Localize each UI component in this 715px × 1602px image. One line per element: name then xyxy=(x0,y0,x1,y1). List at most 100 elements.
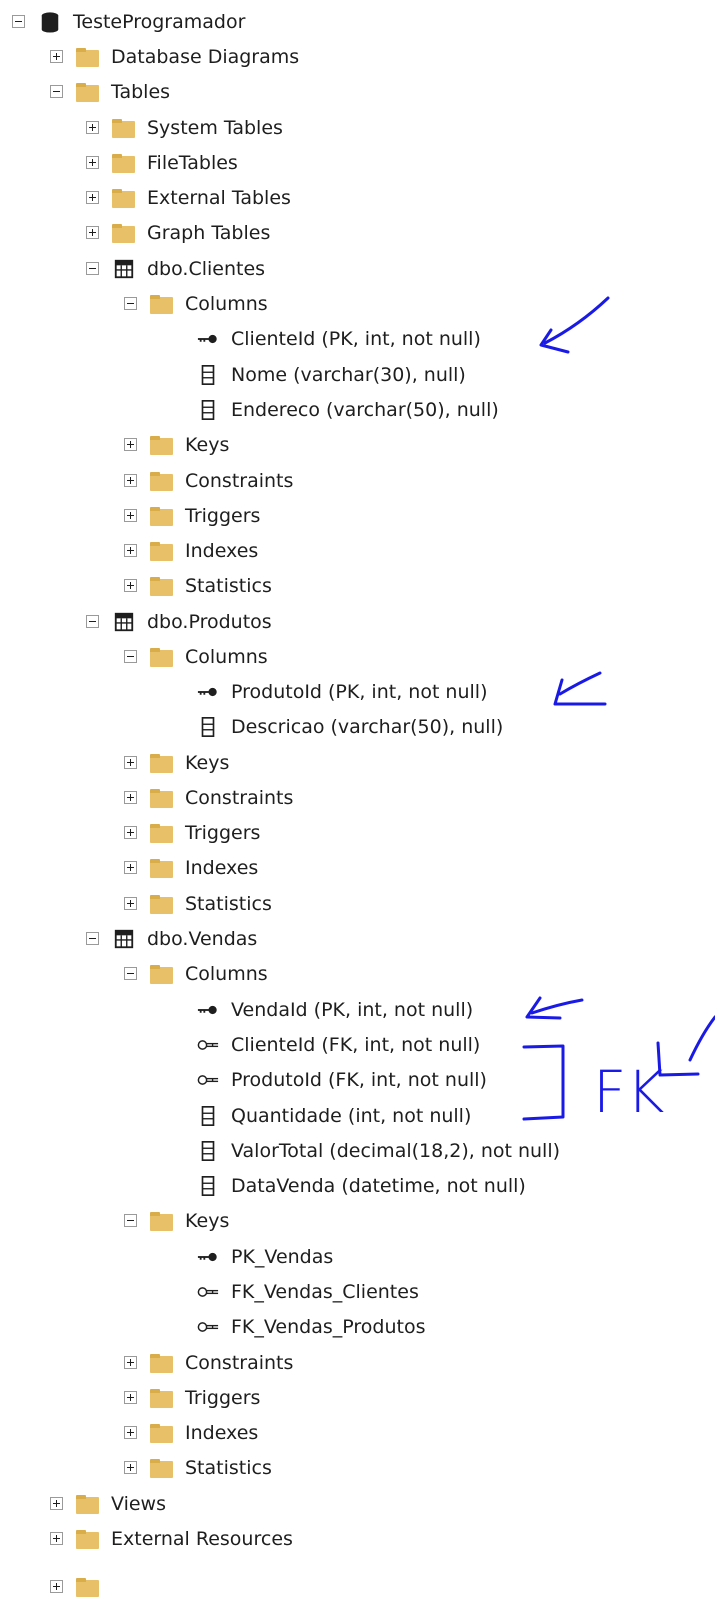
node-label: Tables xyxy=(111,81,171,103)
collapse-icon[interactable] xyxy=(50,85,63,98)
expand-icon[interactable] xyxy=(124,756,137,769)
table-icon xyxy=(114,612,134,632)
column-produtoid[interactable]: ProdutoId (PK, int, not null) xyxy=(196,675,556,710)
node-label: FileTables xyxy=(147,152,238,174)
expand-icon[interactable] xyxy=(124,1356,137,1369)
folder-icon xyxy=(150,895,174,915)
column-valortotal[interactable]: ValorTotal (decimal(18,2), not null) xyxy=(196,1134,616,1169)
tree-node-table-vendas[interactable]: dbo.Vendas xyxy=(86,922,386,957)
column-descricao[interactable]: Descricao (varchar(50), null) xyxy=(196,710,556,745)
tree-node-statistics[interactable]: Statistics xyxy=(124,1451,424,1486)
node-label: Constraints xyxy=(185,1352,294,1374)
key-pk-vendas[interactable]: PK_Vendas xyxy=(196,1240,556,1275)
tree-node-triggers[interactable]: Triggers xyxy=(124,1381,424,1416)
tree-node-system-tables[interactable]: System Tables xyxy=(86,111,386,146)
tree-node-keys[interactable]: Keys xyxy=(124,1204,424,1239)
expand-icon[interactable] xyxy=(124,826,137,839)
column-nome[interactable]: Nome (varchar(30), null) xyxy=(196,358,556,393)
column-datavenda[interactable]: DataVenda (datetime, not null) xyxy=(196,1169,556,1204)
collapse-icon[interactable] xyxy=(86,262,99,275)
node-label: External Resources xyxy=(111,1528,293,1550)
collapse-icon[interactable] xyxy=(86,615,99,628)
expand-icon[interactable] xyxy=(86,226,99,239)
key-fk-vendas-produtos[interactable]: FK_Vendas_Produtos xyxy=(196,1310,556,1345)
tree-node-graph-tables[interactable]: Graph Tables xyxy=(86,216,386,251)
expand-icon[interactable] xyxy=(86,191,99,204)
tree-node-external-resources[interactable]: External Resources xyxy=(50,1522,350,1557)
tree-node-database[interactable]: TesteProgramador xyxy=(12,5,312,40)
folder-icon xyxy=(150,295,174,315)
tree-node-triggers[interactable]: Triggers xyxy=(124,816,424,851)
expand-icon[interactable] xyxy=(50,50,63,63)
tree-node-views[interactable]: Views xyxy=(50,1487,350,1522)
tree-node-keys[interactable]: Keys xyxy=(124,428,424,463)
tree-node-columns[interactable]: Columns xyxy=(124,640,424,675)
expand-icon[interactable] xyxy=(124,438,137,451)
collapse-icon[interactable] xyxy=(86,932,99,945)
expand-icon[interactable] xyxy=(124,1426,137,1439)
tree-node-keys[interactable]: Keys xyxy=(124,746,424,781)
tree-node-constraints[interactable]: Constraints xyxy=(124,1346,424,1381)
expand-icon[interactable] xyxy=(86,156,99,169)
expand-icon[interactable] xyxy=(124,861,137,874)
tree-node-external-tables[interactable]: External Tables xyxy=(86,181,386,216)
folder-icon xyxy=(150,648,174,668)
column-label: Descricao (varchar(50), null) xyxy=(231,716,504,738)
column-clienteid-fk[interactable]: ClienteId (FK, int, not null) xyxy=(196,1028,556,1063)
folder-icon xyxy=(150,1459,174,1479)
column-icon xyxy=(201,1141,215,1161)
column-endereco[interactable]: Endereco (varchar(50), null) xyxy=(196,393,556,428)
expand-icon[interactable] xyxy=(86,121,99,134)
tree-node-tables[interactable]: Tables xyxy=(50,75,350,110)
tree-node-database-diagrams[interactable]: Database Diagrams xyxy=(50,40,350,75)
key-fk-vendas-clientes[interactable]: FK_Vendas_Clientes xyxy=(196,1275,556,1310)
tree-node-columns[interactable]: Columns xyxy=(124,957,424,992)
tree-node-constraints[interactable]: Constraints xyxy=(124,464,424,499)
column-icon xyxy=(201,1106,215,1126)
folder-icon xyxy=(76,1495,100,1515)
tree-node-statistics[interactable]: Statistics xyxy=(124,569,424,604)
object-explorer-tree: TesteProgramador Database Diagrams Table… xyxy=(0,0,715,1602)
tree-node-columns[interactable]: Columns xyxy=(124,287,424,322)
column-label: ValorTotal (decimal(18,2), not null) xyxy=(231,1140,561,1162)
key-label: FK_Vendas_Clientes xyxy=(231,1281,419,1303)
folder-icon xyxy=(76,1578,100,1598)
tree-node-filetables[interactable]: FileTables xyxy=(86,146,386,181)
collapse-icon[interactable] xyxy=(124,967,137,980)
column-produtoid-fk[interactable]: ProdutoId (FK, int, not null) xyxy=(196,1063,556,1098)
expand-icon[interactable] xyxy=(50,1532,63,1545)
folder-icon xyxy=(150,1354,174,1374)
expand-icon[interactable] xyxy=(50,1580,63,1593)
node-label: Columns xyxy=(185,963,268,985)
column-quantidade[interactable]: Quantidade (int, not null) xyxy=(196,1099,556,1134)
collapse-icon[interactable] xyxy=(124,297,137,310)
column-label: ClienteId (PK, int, not null) xyxy=(231,328,481,350)
collapse-icon[interactable] xyxy=(124,650,137,663)
tree-node-statistics[interactable]: Statistics xyxy=(124,887,424,922)
expand-icon[interactable] xyxy=(124,509,137,522)
column-clienteid[interactable]: ClienteId (PK, int, not null) xyxy=(196,322,556,357)
expand-icon[interactable] xyxy=(124,897,137,910)
expand-icon[interactable] xyxy=(50,1497,63,1510)
collapse-icon[interactable] xyxy=(12,15,25,28)
expand-icon[interactable] xyxy=(124,544,137,557)
tree-node-indexes[interactable]: Indexes xyxy=(124,851,424,886)
tree-node-constraints[interactable]: Constraints xyxy=(124,781,424,816)
tree-node-indexes[interactable]: Indexes xyxy=(124,534,424,569)
tree-node-table-clientes[interactable]: dbo.Clientes xyxy=(86,252,386,287)
node-label: Database Diagrams xyxy=(111,46,300,68)
folder-icon xyxy=(150,754,174,774)
tree-node-partial[interactable] xyxy=(50,1570,350,1602)
column-vendaid[interactable]: VendaId (PK, int, not null) xyxy=(196,993,556,1028)
expand-icon[interactable] xyxy=(124,474,137,487)
expand-icon[interactable] xyxy=(124,791,137,804)
folder-icon xyxy=(150,965,174,985)
key-label: FK_Vendas_Produtos xyxy=(231,1316,426,1338)
tree-node-indexes[interactable]: Indexes xyxy=(124,1416,424,1451)
collapse-icon[interactable] xyxy=(124,1214,137,1227)
tree-node-triggers[interactable]: Triggers xyxy=(124,499,424,534)
expand-icon[interactable] xyxy=(124,1461,137,1474)
expand-icon[interactable] xyxy=(124,1391,137,1404)
expand-icon[interactable] xyxy=(124,579,137,592)
tree-node-table-produtos[interactable]: dbo.Produtos xyxy=(86,605,386,640)
